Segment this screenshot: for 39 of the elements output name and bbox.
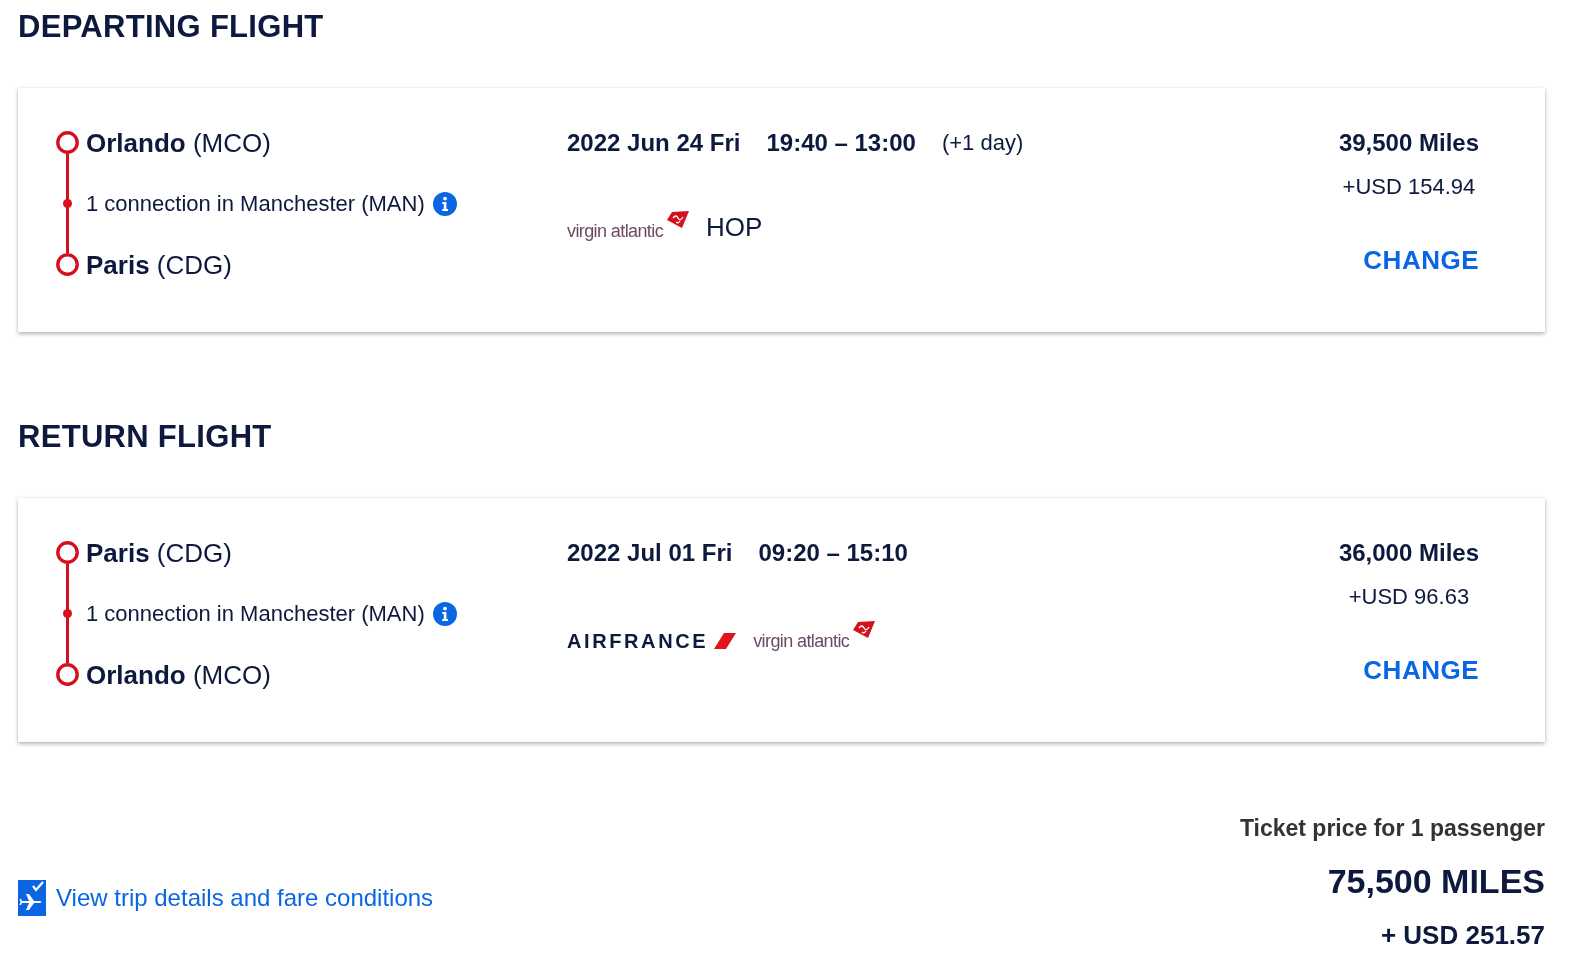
info-icon[interactable] [432,601,457,626]
change-button[interactable]: CHANGE [1363,244,1479,276]
connection-dot-icon [63,199,72,208]
connection-text: 1 connection in Manchester (MAN) [86,189,425,218]
cash-surcharge: +USD 96.63 [1348,583,1470,611]
city-label: Paris (CDG) [86,537,232,568]
change-button[interactable]: CHANGE [1363,654,1479,686]
stop-circle-icon [56,663,79,686]
info-icon[interactable] [432,191,457,216]
day-offset: (+1 day) [941,128,1024,157]
airline-name: virgin atlantic [567,220,665,242]
connection-text: 1 connection in Manchester (MAN) [86,599,425,628]
tail-fin-icon [853,621,876,638]
cash-surcharge: +USD 154.94 [1342,173,1476,201]
stop-circle-icon [56,253,79,276]
city-label: Orlando (MCO) [86,659,271,690]
plane-check-icon [18,880,46,916]
flight-times: 09:20 – 15:10 [758,537,908,568]
total-cash: + USD 251.57 [1380,919,1545,951]
airline-name: AIRFRANCE [567,630,709,652]
flight-date: 2022 Jul 01 Fri [567,537,733,568]
total-miles: 75,500 MILES [1327,861,1545,902]
stripe-icon [714,633,737,649]
flight-times: 19:40 – 13:00 [766,127,916,158]
connection-dot-icon [63,609,72,618]
trip-details-link[interactable]: View trip details and fare conditions [18,880,434,916]
airline-name: HOP [706,212,763,242]
miles-price: 36,000 Miles [1338,537,1479,568]
flight-date: 2022 Jun 24 Fri [567,127,741,158]
section-heading: DEPARTING FLIGHT [18,8,324,45]
stop-circle-icon [56,541,79,564]
price-label: Ticket price for 1 passenger [1239,814,1545,843]
miles-price: 39,500 Miles [1338,127,1479,158]
city-label: Paris (CDG) [86,249,232,280]
tail-fin-icon [667,211,690,228]
section-heading: RETURN FLIGHT [18,418,272,455]
stop-circle-icon [56,131,79,154]
airline-name: virgin atlantic [753,630,851,652]
city-label: Orlando (MCO) [86,127,271,158]
